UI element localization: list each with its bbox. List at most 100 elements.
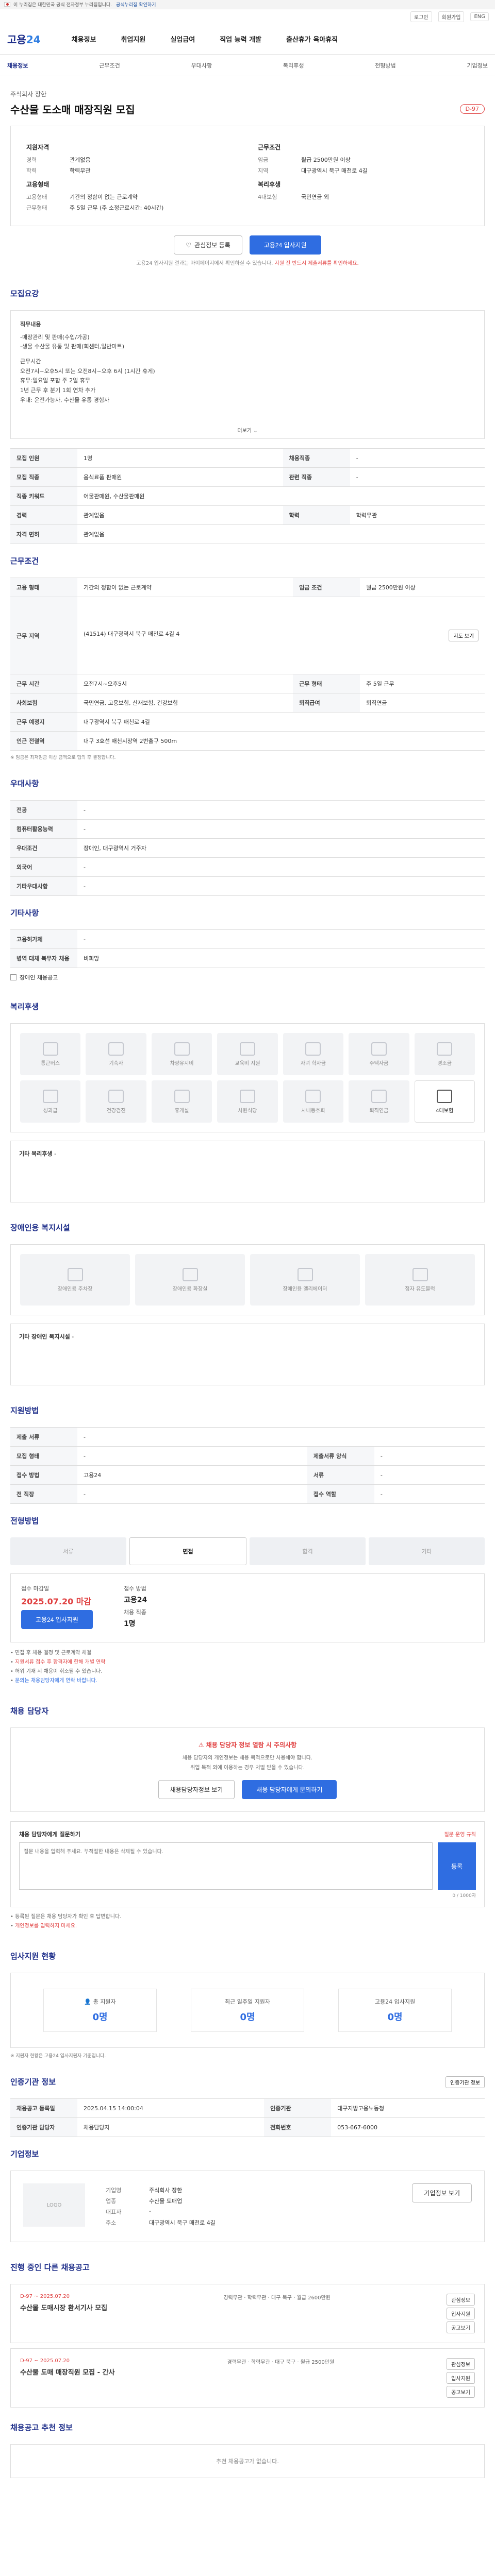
login-link[interactable]: 로그인 xyxy=(410,11,432,22)
table-row: 사회보험 국민연금, 고용보험, 산재보험, 건강보험 퇴직급여 퇴직연금 xyxy=(10,693,485,713)
benefit-item: 휴게실 xyxy=(151,1080,212,1123)
kv-key: 4대보험 xyxy=(258,194,277,200)
tab[interactable]: 복리후생 xyxy=(283,61,304,70)
info-table-section: 모집 인원 1명 채용직종 - 모집 직종 음식료품 판매원 관련 직종 - 직종 키워드 어… xyxy=(0,439,495,544)
step: 서류 xyxy=(10,1537,126,1565)
benefit-icon xyxy=(371,1089,387,1103)
desc-line: 근무시간 xyxy=(20,358,41,365)
tab[interactable]: 채용정보 xyxy=(7,61,28,70)
main-nav: 채용정보 취업지원 실업급여 직업 능력 개발 출산휴가 육아휴직 xyxy=(72,34,338,44)
benefit-label: 통근버스 xyxy=(41,1060,60,1066)
section-title: 장애인용 복지시설 xyxy=(10,1223,70,1232)
section-title: 기업정보 xyxy=(10,2149,39,2159)
pref-table: 전공 - 컴퓨터활용능력 - 우대조건 장애인, 대구광역시 거주자 외국어 - 기타우… xyxy=(10,800,485,896)
table-row: 근무 시간 오전7시~오후5시 근무 형태 주 5일 근무 xyxy=(10,674,485,693)
nav-item[interactable]: 취업지원 xyxy=(121,34,146,44)
table-row: 병역 대체 복무자 채용 비희망 xyxy=(10,948,485,968)
nav-item[interactable]: 직업 능력 개발 xyxy=(220,34,261,44)
benefit-icon xyxy=(108,1089,124,1103)
gov-toggle[interactable]: 공식누리집 확인하기 xyxy=(116,1,156,8)
nav-item[interactable]: 채용정보 xyxy=(72,34,96,44)
benefit-item: 경조금 xyxy=(414,1033,475,1075)
benefit-label: 사내동호회 xyxy=(301,1108,325,1114)
qna-box: 채용 담당자에게 질문하기질문 운영 규칙 등록 0 / 1000자 xyxy=(10,1821,485,1907)
apply-button[interactable]: 입사지원 xyxy=(447,2308,475,2319)
summary-heading: 근무조건 xyxy=(258,144,281,151)
tab[interactable]: 근무조건 xyxy=(99,61,120,70)
benefit-item: 기숙사 xyxy=(86,1033,146,1075)
apply-button[interactable]: 입사지원 xyxy=(447,2372,475,2384)
kv-value: 학력무관 xyxy=(70,167,91,174)
signup-link[interactable]: 회원가입 xyxy=(438,11,465,22)
benefit-section: 복리후생 통근버스 기숙사 차량유지비 교육비 지원 자녀 학자금 주택자금 경조금 성과급 건… xyxy=(0,992,495,1202)
desc-heading: 직무내용 xyxy=(20,321,41,328)
benefit-item: 성과급 xyxy=(20,1080,81,1123)
period-box: 접수 마감일 2025.07.20 마감 고용24 입사지원 접수 방법 고용24 채용… xyxy=(10,1573,485,1642)
benefit-label: 사원식당 xyxy=(238,1108,257,1114)
step: 면접 xyxy=(129,1537,246,1565)
detail-section: 모집요강 직무내용 -매장관리 및 판매(수입/가공) -생물 수산물 유통 및… xyxy=(0,279,495,439)
table-row: 인증기관 담당자 채용담당자 전화번호 053-667-6000 xyxy=(10,2117,485,2137)
kv-key: 지역 xyxy=(258,167,269,174)
like-button[interactable]: 관심정보 xyxy=(447,2294,475,2306)
apply-button[interactable]: 고용24 입사지원 xyxy=(249,235,321,255)
benefit-icon xyxy=(305,1042,321,1056)
ask-manager-button[interactable]: 채용 담당자에게 문의하기 xyxy=(242,1780,337,1799)
table-row: 모집 직종 음식료품 판매원 관련 직종 - xyxy=(10,467,485,487)
job-card[interactable]: D-97 ~ 2025.07.20 수산물 도매 매장직원 모집 - 간사 경력무… xyxy=(10,2348,485,2408)
job-description: 직무내용 -매장관리 및 판매(수입/가공) -생물 수산물 유통 및 판매(회… xyxy=(10,310,485,439)
company-name[interactable]: 주식회사 장한 xyxy=(10,90,485,98)
site-logo[interactable]: 고용24 xyxy=(7,31,41,46)
kv-key: 고용형태 xyxy=(26,194,47,200)
section-title: 복리후생 xyxy=(10,1002,39,1011)
section-title: 입사지원 현황 xyxy=(10,1952,56,1961)
flag-icon xyxy=(4,2,10,7)
tab[interactable]: 전형방법 xyxy=(375,61,395,70)
table-row: 직종 키워드 어물판매원, 수산물판매원 xyxy=(10,486,485,506)
benefit-grid: 통근버스 기숙사 차량유지비 교육비 지원 자녀 학자금 주택자금 경조금 성과급 건강검진 휴게… xyxy=(10,1023,485,1132)
question-input[interactable] xyxy=(19,1842,433,1890)
work-table: 고용 형태 기간의 정함이 없는 근로계약 임금 조건 월급 2500만원 이상 근무… xyxy=(10,578,485,751)
benefit-icon xyxy=(42,1089,58,1103)
tab[interactable]: 우대사항 xyxy=(191,61,212,70)
benefit-label: 경조금 xyxy=(437,1060,452,1066)
submit-question-button[interactable]: 등록 xyxy=(438,1842,476,1890)
nav-item[interactable]: 실업급여 xyxy=(170,34,195,44)
nav-item[interactable]: 출산휴가 육아휴직 xyxy=(286,34,338,44)
corp-info-button[interactable]: 기업정보 보기 xyxy=(412,2183,472,2202)
benefit-etc: 기타 복리후생 - xyxy=(10,1141,485,1202)
reg-table: 채용공고 등록일 2025.04.15 14:00:04 인증기관 대구지방고용노동청… xyxy=(10,2098,485,2137)
benefit-icon xyxy=(174,1089,190,1103)
top-utility-bar: 로그인 회원가입 ENG xyxy=(0,9,495,24)
org-info-button[interactable]: 인증기관 정보 xyxy=(446,2076,485,2088)
like-button[interactable]: 관심정보 xyxy=(447,2358,475,2370)
kv-value: 국민연금 외 xyxy=(301,194,329,200)
alert-icon: ⚠ xyxy=(198,1741,204,1749)
benefit-item: 자녀 학자금 xyxy=(283,1033,344,1075)
view-button[interactable]: 공고보기 xyxy=(447,2321,475,2333)
benefit-label: 휴게실 xyxy=(174,1108,189,1114)
kv-value: 대구광역시 북구 매천로 4길 xyxy=(301,167,368,174)
language-link[interactable]: ENG xyxy=(470,12,489,21)
like-button[interactable]: ♡ 관심정보 등록 xyxy=(174,235,242,255)
map-button[interactable]: 지도 보기 xyxy=(449,630,478,641)
benefit-label: 건강검진 xyxy=(106,1108,126,1114)
job-title: 수산물 도소매 매장직원 모집 xyxy=(10,104,135,116)
table-row: 모집 형태 - 제출서류 양식 - xyxy=(10,1446,485,1466)
notice-list: • 면접 후 채용 결정 및 근로계약 체결 • 지원서류 접수 후 합격자에 … xyxy=(10,1650,106,1684)
table-row: 전 직장 - 접수 역할 - xyxy=(10,1484,485,1504)
more-button[interactable]: 더보기 ⌄ xyxy=(237,427,257,435)
tab[interactable]: 기업정보 xyxy=(467,61,487,70)
job-card[interactable]: D-97 ~ 2025.07.20 수산물 도매시장 환서기사 모집 경력무관 ·… xyxy=(10,2284,485,2343)
job-summary: 지원자격 경력 관계없음 학력 학력무관 고용형태 고용형태 기간의 정함이 없는 근… xyxy=(10,126,485,226)
header: 고용24 채용정보 취업지원 실업급여 직업 능력 개발 출산휴가 육아휴직 xyxy=(0,24,495,55)
view-manager-button[interactable]: 채용담당자정보 보기 xyxy=(158,1780,235,1799)
apply-button-2[interactable]: 고용24 입사지원 xyxy=(21,1610,93,1629)
corp-section: 기업정보 LOGO 기업명 주식회사 장한 업종 수산물 도매업 대표자 - 주소 대구… xyxy=(0,2139,495,2242)
view-button[interactable]: 공고보기 xyxy=(447,2386,475,2398)
heart-icon: ♡ xyxy=(186,241,192,249)
checkbox-icon xyxy=(10,974,16,980)
manager-section: 채용 담당자 ⚠ 채용 담당자 정보 열람 시 주의사항 채용 담당자의 개인정… xyxy=(0,1696,495,1931)
benefit-item: 4대보험 xyxy=(414,1080,475,1123)
table-row: 채용공고 등록일 2025.04.15 14:00:04 인증기관 대구지방고용노동청 xyxy=(10,2098,485,2118)
